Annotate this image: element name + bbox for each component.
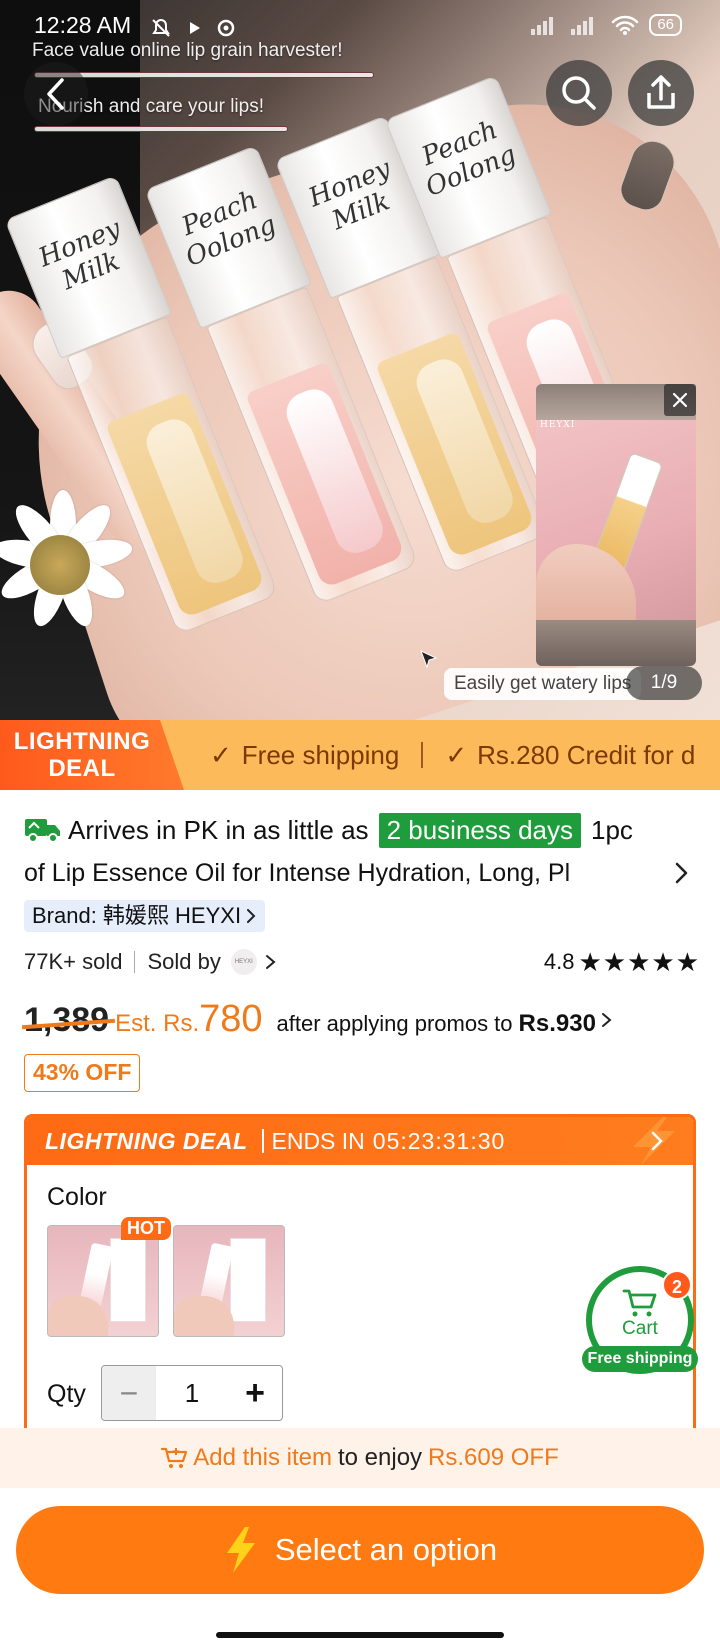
chevron-left-icon xyxy=(47,78,64,110)
qty-label: Qty xyxy=(47,1380,86,1408)
brand-link[interactable]: Brand: 韩媛熙 HEYXI xyxy=(24,900,266,932)
image-pager: 1/9 xyxy=(626,666,702,700)
close-icon xyxy=(672,392,688,408)
divider xyxy=(421,742,424,768)
rating-value: 4.8 xyxy=(543,949,575,974)
sold-by-label[interactable]: Sold by xyxy=(147,949,220,975)
cart-icon xyxy=(622,1289,657,1317)
decrease-button[interactable]: − xyxy=(102,1366,156,1420)
promo-middle: to enjoy xyxy=(337,1444,423,1471)
product-title[interactable]: of Lip Essence Oil for Intense Hydration… xyxy=(24,853,640,893)
star-icons: ★★★★★ xyxy=(578,946,700,977)
bottle-label: Honey Milk xyxy=(304,153,395,237)
check-icon: ✓ xyxy=(210,739,232,770)
bottle-label: Peach Oolong xyxy=(417,114,521,203)
brand-label: Brand: 韩媛熙 HEYXI xyxy=(32,903,242,928)
notification-icons xyxy=(150,14,238,40)
chevron-right-icon[interactable] xyxy=(263,951,279,973)
badge-line-1: LIGHTNING xyxy=(13,728,151,755)
share-button[interactable] xyxy=(628,60,694,126)
promo-amount: Rs.609 OFF xyxy=(428,1444,559,1471)
cursor-icon xyxy=(420,650,438,669)
delivery-days-badge: 2 business days xyxy=(378,812,582,848)
status-time: 12:28 AM xyxy=(34,12,132,38)
divider xyxy=(134,951,136,973)
price-row: 1,389 Est. Rs. 780 after applying promos… xyxy=(24,998,704,1044)
banner-bar xyxy=(34,126,288,132)
estimated-price: 780 xyxy=(199,998,263,1040)
promo-link[interactable]: Add this item xyxy=(193,1444,332,1472)
color-label: Color xyxy=(47,1183,107,1211)
chevron-right-icon[interactable] xyxy=(600,1009,614,1031)
ends-in-label: ENDS IN xyxy=(271,1127,365,1154)
video-close-button[interactable] xyxy=(664,384,696,416)
seller-logo[interactable]: HEYXI xyxy=(230,949,257,975)
sold-count: 77K+ sold xyxy=(24,949,123,974)
color-option-2[interactable] xyxy=(173,1225,285,1337)
est-label: Est. Rs. xyxy=(115,1010,200,1037)
mute-bell-icon xyxy=(152,19,170,37)
share-icon xyxy=(647,75,675,109)
add-to-cart-icon xyxy=(161,1447,188,1468)
status-right: 66 xyxy=(531,14,682,36)
promo-bar[interactable]: Add this item to enjoy Rs.609 OFF xyxy=(0,1428,720,1488)
promo-text: after applying promos to xyxy=(276,1011,513,1036)
truck-icon xyxy=(25,819,60,843)
lightning-icon xyxy=(226,1527,255,1573)
floating-cart-button[interactable]: Cart Free shipping 2 xyxy=(582,1266,700,1374)
search-button[interactable] xyxy=(546,60,612,126)
video-preview[interactable]: HEYXI xyxy=(536,384,696,666)
color-option-1[interactable] xyxy=(47,1225,159,1337)
search-icon xyxy=(562,76,596,110)
chevron-right-icon xyxy=(247,909,256,923)
countdown-timer: 05:23:31:30 xyxy=(372,1127,506,1154)
lightning-icon xyxy=(633,1117,675,1165)
home-indicator[interactable] xyxy=(216,1632,504,1638)
battery-indicator: 66 xyxy=(649,14,682,36)
check-icon: ✓ xyxy=(445,739,468,770)
cart-count-badge: 2 xyxy=(662,1270,692,1300)
daisy-flower xyxy=(0,480,140,640)
promo-price[interactable]: Rs.930 xyxy=(519,1010,596,1038)
lightning-deal-badge: LIGHTNING DEAL xyxy=(0,720,184,790)
back-button[interactable] xyxy=(24,62,88,126)
deal-features: ✓ Free shipping ✓ Rs.280 Credit for d xyxy=(210,720,695,790)
cta-label: Select an option xyxy=(274,1532,498,1567)
credit-label: Rs.280 Credit for d xyxy=(477,739,696,770)
banner-bar xyxy=(34,72,374,78)
cart-label: Cart xyxy=(622,1318,658,1339)
hot-badge: HOT xyxy=(121,1217,171,1240)
discount-badge: 43% OFF xyxy=(24,1054,141,1092)
signal-icon xyxy=(531,15,561,35)
divider xyxy=(261,1129,264,1153)
rating[interactable]: 4.8 ★★★★★ xyxy=(544,946,700,978)
image-caption: Easily get watery lips xyxy=(444,668,642,700)
quantity-value[interactable]: 1 xyxy=(156,1366,228,1420)
badge-line-2: DEAL xyxy=(48,755,116,782)
chevron-right-icon[interactable] xyxy=(672,856,692,890)
play-icon xyxy=(190,22,201,35)
product-title-start: 1pc xyxy=(591,814,633,845)
wifi-icon xyxy=(612,15,639,35)
signal-icon xyxy=(571,15,601,35)
select-option-button[interactable]: Select an option xyxy=(16,1506,704,1594)
delivery-row: Arrives in PK in as little as 2 business… xyxy=(24,808,714,852)
lightning-deal-header: LIGHTNING DEAL ENDS IN 05:23:31:30 xyxy=(27,1117,693,1165)
banner-text-1: Face value online lip grain harvester! xyxy=(32,40,343,61)
increase-button[interactable]: + xyxy=(228,1366,282,1420)
free-shipping-label: Free shipping xyxy=(241,739,400,770)
bottle-label: Peach Oolong xyxy=(177,184,281,273)
arrival-text: Arrives in PK in as little as xyxy=(68,814,369,845)
original-price: 1,389 xyxy=(24,1001,110,1039)
lightning-deal-title: LIGHTNING DEAL xyxy=(45,1127,248,1154)
cart-shipping-label: Free shipping xyxy=(582,1346,698,1372)
video-brand: HEYXI xyxy=(540,420,576,430)
deal-strip: LIGHTNING DEAL ✓ Free shipping ✓ Rs.280 … xyxy=(0,720,720,790)
quantity-stepper: − 1 + xyxy=(101,1365,283,1421)
assistant-icon xyxy=(218,19,235,37)
bottle-label: Honey Milk xyxy=(34,213,125,297)
